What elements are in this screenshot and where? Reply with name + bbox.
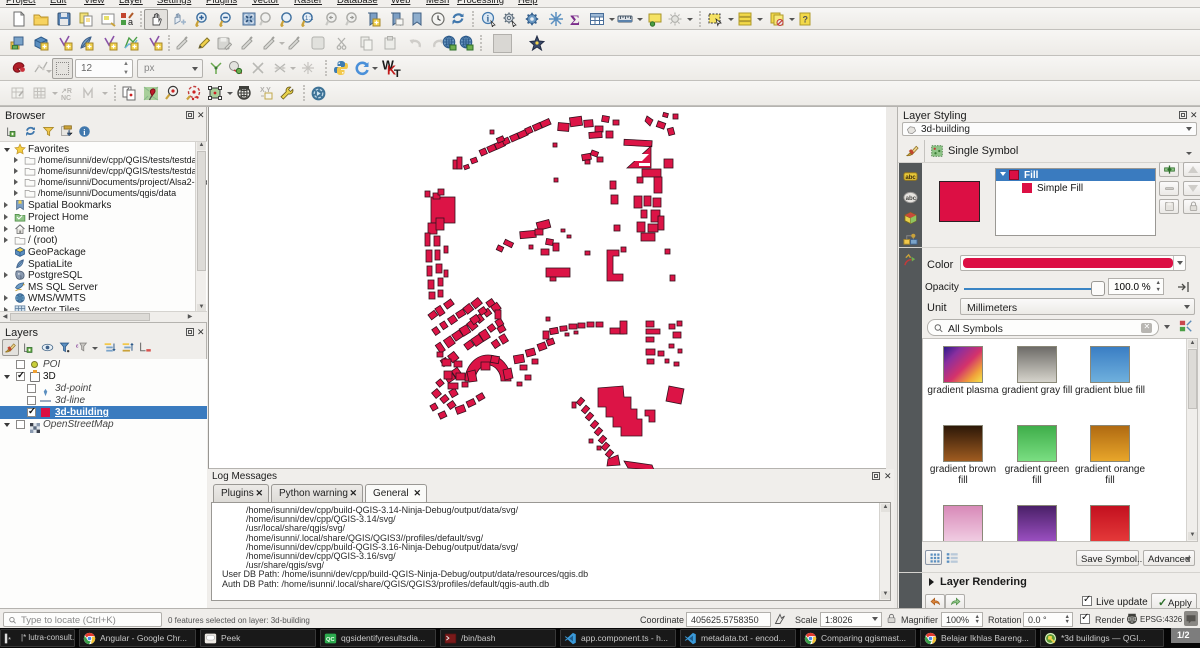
svg-text:*: * <box>8 635 11 644</box>
svg-text:QC: QC <box>326 637 335 643</box>
